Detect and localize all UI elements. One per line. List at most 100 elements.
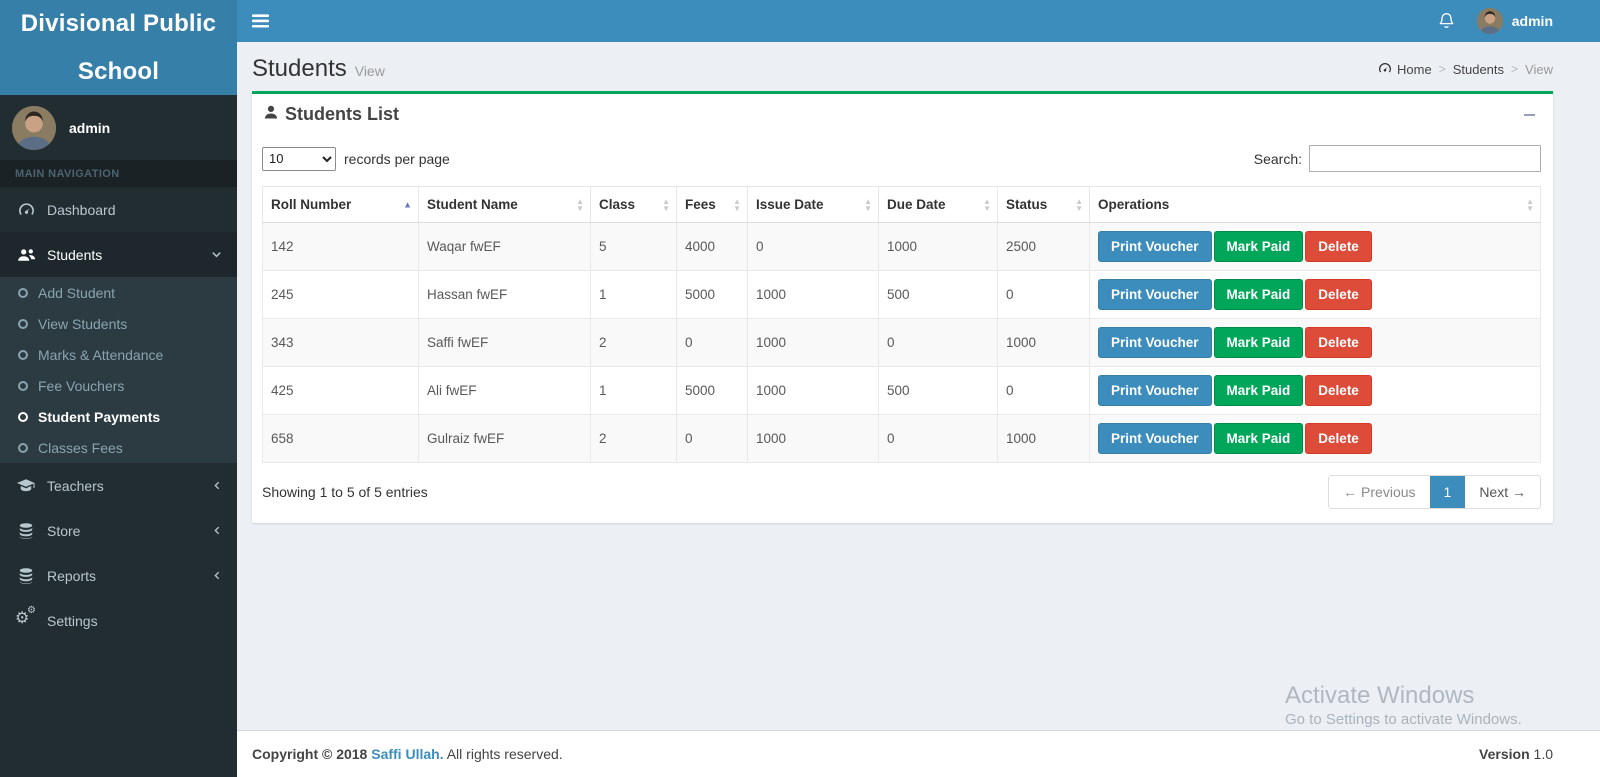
cell-operations: Print Voucher Mark Paid Delete xyxy=(1089,366,1541,415)
print-voucher-button[interactable]: Print Voucher xyxy=(1098,375,1212,406)
sidebar-item-store[interactable]: Store xyxy=(0,508,237,553)
column-header-fees[interactable]: Fees xyxy=(676,186,748,223)
sidebar-item-fee-vouchers[interactable]: Fee Vouchers xyxy=(0,370,237,401)
sidebar-item-reports[interactable]: Reports xyxy=(0,553,237,598)
copyright-prefix: Copyright © 2018 xyxy=(252,746,368,762)
author-link[interactable]: Saffi Ullah. xyxy=(371,746,443,762)
search-input[interactable] xyxy=(1309,145,1541,172)
sidebar-item-label: Reports xyxy=(47,567,97,584)
students-submenu: Add Student View Students Marks & Attend… xyxy=(0,277,237,463)
cell-roll-number: 343 xyxy=(262,318,419,367)
sidebar-item-student-payments[interactable]: Student Payments xyxy=(0,401,237,432)
main-column: admin Students View Home > Students > Vi… xyxy=(237,0,1600,777)
delete-button[interactable]: Delete xyxy=(1305,327,1372,358)
main-footer: Copyright © 2018 Saffi Ullah. All rights… xyxy=(237,730,1600,777)
cell-class: 2 xyxy=(590,414,677,463)
app-title-line2: School xyxy=(77,58,160,85)
print-voucher-button[interactable]: Print Voucher xyxy=(1098,231,1212,262)
version-label: Version xyxy=(1479,746,1530,762)
person-icon xyxy=(264,105,278,124)
mark-paid-button[interactable]: Mark Paid xyxy=(1213,231,1304,262)
sidebar-item-marks-attendance[interactable]: Marks & Attendance xyxy=(0,339,237,370)
breadcrumb-students[interactable]: Students xyxy=(1453,62,1504,77)
sidebar-item-label: Teachers xyxy=(47,477,104,494)
delete-button[interactable]: Delete xyxy=(1305,231,1372,262)
page-title: Students View xyxy=(252,55,385,83)
delete-button[interactable]: Delete xyxy=(1305,423,1372,454)
sidebar-item-teachers[interactable]: Teachers xyxy=(0,463,237,508)
content-header: Students View Home > Students > View xyxy=(237,42,1600,89)
cell-class: 2 xyxy=(590,318,677,367)
mark-paid-button[interactable]: Mark Paid xyxy=(1213,375,1304,406)
sort-asc-icon xyxy=(403,200,412,209)
cell-issue-date: 1000 xyxy=(747,270,879,319)
submenu-label: Marks & Attendance xyxy=(38,346,164,363)
navbar-user-menu[interactable]: admin xyxy=(1476,8,1553,34)
students-table: Roll Number Student Name Class Fees Issu… xyxy=(262,186,1541,463)
breadcrumb-label: Home xyxy=(1397,61,1432,77)
cell-student-name: Ali fwEF xyxy=(418,366,591,415)
copyright-suffix: All rights reserved. xyxy=(446,746,563,762)
cell-operations: Print Voucher Mark Paid Delete xyxy=(1089,414,1541,463)
cell-operations: Print Voucher Mark Paid Delete xyxy=(1089,270,1541,319)
next-page-button[interactable]: Next → xyxy=(1465,476,1540,508)
circle-icon xyxy=(18,287,28,298)
column-header-roll-number[interactable]: Roll Number xyxy=(262,186,419,223)
navbar-avatar xyxy=(1476,8,1503,34)
column-header-student-name[interactable]: Student Name xyxy=(418,186,591,223)
notifications-bell-icon[interactable] xyxy=(1438,12,1455,30)
sidebar-item-label: Settings xyxy=(47,612,98,629)
cell-class: 1 xyxy=(590,366,677,415)
mark-paid-button[interactable]: Mark Paid xyxy=(1213,279,1304,310)
sidebar-item-settings[interactable]: ⚙ ⚙ Settings xyxy=(0,598,237,643)
users-icon xyxy=(15,248,37,262)
showing-entries-info: Showing 1 to 5 of 5 entries xyxy=(262,484,428,500)
cell-fees: 0 xyxy=(676,414,748,463)
print-voucher-button[interactable]: Print Voucher xyxy=(1098,279,1212,310)
submenu-label: View Students xyxy=(38,315,128,332)
sidebar: Divisional Public School admin MAIN NAVI… xyxy=(0,0,237,777)
delete-button[interactable]: Delete xyxy=(1305,375,1372,406)
top-navbar: admin xyxy=(237,0,1600,42)
hamburger-icon[interactable] xyxy=(237,0,283,42)
cell-class: 1 xyxy=(590,270,677,319)
delete-button[interactable]: Delete xyxy=(1305,279,1372,310)
sidebar-item-students[interactable]: Students xyxy=(0,232,237,277)
print-voucher-button[interactable]: Print Voucher xyxy=(1098,327,1212,358)
cell-fees: 5000 xyxy=(676,270,748,319)
app-logo[interactable]: Divisional Public School xyxy=(0,0,237,95)
column-header-class[interactable]: Class xyxy=(590,186,677,223)
cell-issue-date: 1000 xyxy=(747,414,879,463)
mark-paid-button[interactable]: Mark Paid xyxy=(1213,423,1304,454)
circle-icon xyxy=(18,318,28,329)
cell-status: 0 xyxy=(997,270,1090,319)
page-title-text: Students xyxy=(252,55,347,82)
cell-student-name: Hassan fwEF xyxy=(418,270,591,319)
submenu-label: Classes Fees xyxy=(38,439,123,456)
submenu-label: Student Payments xyxy=(38,408,161,425)
column-header-status[interactable]: Status xyxy=(997,186,1090,223)
cell-roll-number: 245 xyxy=(262,270,419,319)
panel-header: Students List xyxy=(252,94,1553,131)
sidebar-item-add-student[interactable]: Add Student xyxy=(0,277,237,308)
pagination: ← Previous 1 Next → xyxy=(1328,475,1541,509)
sidebar-item-classes-fees[interactable]: Classes Fees xyxy=(0,432,237,463)
column-header-operations[interactable]: Operations xyxy=(1089,186,1541,223)
sidebar-item-view-students[interactable]: View Students xyxy=(0,308,237,339)
column-header-due-date[interactable]: Due Date xyxy=(878,186,998,223)
mark-paid-button[interactable]: Mark Paid xyxy=(1213,327,1304,358)
app-title-line1: Divisional Public xyxy=(20,10,217,37)
cell-status: 0 xyxy=(997,366,1090,415)
breadcrumb-home[interactable]: Home xyxy=(1378,62,1432,77)
cell-issue-date: 1000 xyxy=(747,366,879,415)
previous-page-button[interactable]: ← Previous xyxy=(1329,476,1430,508)
column-header-issue-date[interactable]: Issue Date xyxy=(747,186,879,223)
page-1-button[interactable]: 1 xyxy=(1429,476,1466,508)
cell-fees: 0 xyxy=(676,318,748,367)
print-voucher-button[interactable]: Print Voucher xyxy=(1098,423,1212,454)
table-row: 142 Waqar fwEF 5 4000 0 1000 2500 Print … xyxy=(262,222,1541,271)
chevron-left-icon xyxy=(212,480,222,491)
collapse-minus-icon[interactable] xyxy=(1517,105,1541,125)
sidebar-item-dashboard[interactable]: Dashboard xyxy=(0,187,237,232)
records-per-page-select[interactable]: 10 xyxy=(262,146,336,171)
